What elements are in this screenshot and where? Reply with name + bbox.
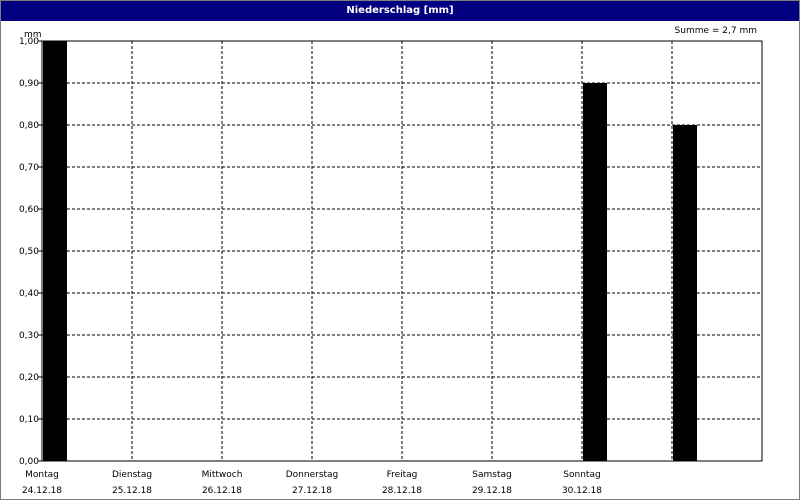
x-tick-label-day: Sonntag: [563, 470, 600, 480]
x-tick-label-date: 27.12.18: [292, 486, 332, 496]
x-tick-label-date: 26.12.18: [202, 486, 242, 496]
bar: [673, 125, 697, 461]
y-tick-label: 0,50: [19, 247, 39, 257]
x-tick-label-day: Dienstag: [112, 470, 152, 480]
x-tick-label-date: 24.12.18: [22, 486, 62, 496]
y-tick-label: 0,90: [19, 79, 39, 89]
x-tick-label-day: Montag: [25, 470, 59, 480]
bar: [583, 83, 607, 461]
precipitation-chart: 0,00 0,10 0,20 0,30 0,40 0,50 0,60 0,70 0,80 0,90…: [19, 26, 763, 496]
y-tick-label: 0,20: [19, 373, 39, 383]
x-tick-label-date: 29.12.18: [472, 486, 512, 496]
y-tick-label: 0,80: [19, 121, 39, 131]
x-tick-label-day: Samstag: [472, 470, 511, 480]
x-tick-label-date: 25.12.18: [112, 486, 152, 496]
y-tick-label: 0,30: [19, 331, 39, 341]
y-tick-label: 0,70: [19, 163, 39, 173]
y-tick-label: 0,60: [19, 205, 39, 215]
sum-label: Summe = 2,7 mm: [675, 26, 757, 36]
x-tick-label-day: Mittwoch: [202, 470, 243, 480]
y-tick-label: 0,00: [19, 457, 39, 467]
x-tick-label-date: 28.12.18: [382, 486, 422, 496]
y-tick-label: 0,40: [19, 289, 39, 299]
chart-window: Niederschlag [mm] 0,00 0,10 0,20 0,30 0,40 0,…: [0, 0, 800, 500]
x-tick-label-day: Donnerstag: [286, 470, 339, 480]
y-tick-label: 0,10: [19, 415, 39, 425]
y-axis-unit: mm: [24, 30, 42, 40]
x-tick-label-day: Freitag: [387, 470, 418, 480]
x-tick-label-date: 30.12.18: [562, 486, 602, 496]
bar: [43, 41, 67, 461]
